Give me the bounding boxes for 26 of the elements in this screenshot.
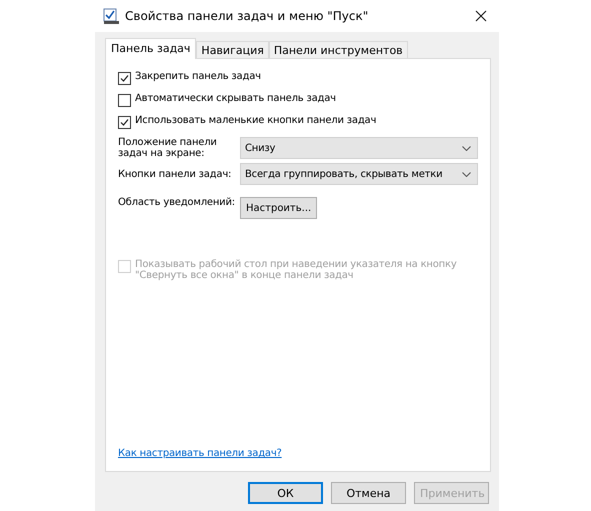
- checkbox-label: Показывать рабочий стол при наведении указателя на кнопку "Свернуть все окна" в конце панели задач: [135, 259, 458, 281]
- tab[interactable]: Панели инструментов: [268, 41, 408, 59]
- chevron-down-icon: [462, 172, 471, 176]
- checkbox-label: Использовать маленькие кнопки панели задач: [135, 115, 376, 126]
- checkbox[interactable]: [118, 94, 131, 107]
- dropdown[interactable]: Снизу: [240, 137, 478, 159]
- setting-label: Область уведомлений:: [118, 197, 236, 208]
- dialog-button[interactable]: ОК: [248, 482, 323, 504]
- checkbox[interactable]: [118, 72, 131, 85]
- dialog-button[interactable]: Отмена: [331, 482, 406, 504]
- customize-button[interactable]: Настроить...: [240, 197, 318, 219]
- close-icon: [475, 10, 487, 22]
- help-link[interactable]: Как настраивать панели задач?: [118, 448, 478, 459]
- checkbox-label: Автоматически скрывать панель задач: [135, 93, 336, 104]
- checkmark-icon: [120, 118, 129, 127]
- checkbox[interactable]: [118, 116, 131, 129]
- checkmark-icon: [120, 74, 129, 83]
- tab[interactable]: Навигация: [196, 41, 269, 59]
- checkbox-label: Закрепить панель задач: [135, 71, 261, 82]
- tab[interactable]: Панель задач: [105, 38, 196, 59]
- setting-label: Положение панели задач на экране:: [118, 137, 218, 159]
- dropdown[interactable]: Всегда группировать, скрывать метки: [240, 163, 478, 185]
- chevron-down-icon: [462, 146, 471, 150]
- window-title: Свойства панели задач и меню "Пуск": [125, 9, 370, 23]
- taskbar-settings-icon: [103, 8, 119, 24]
- setting-label: Кнопки панели задач:: [118, 168, 232, 180]
